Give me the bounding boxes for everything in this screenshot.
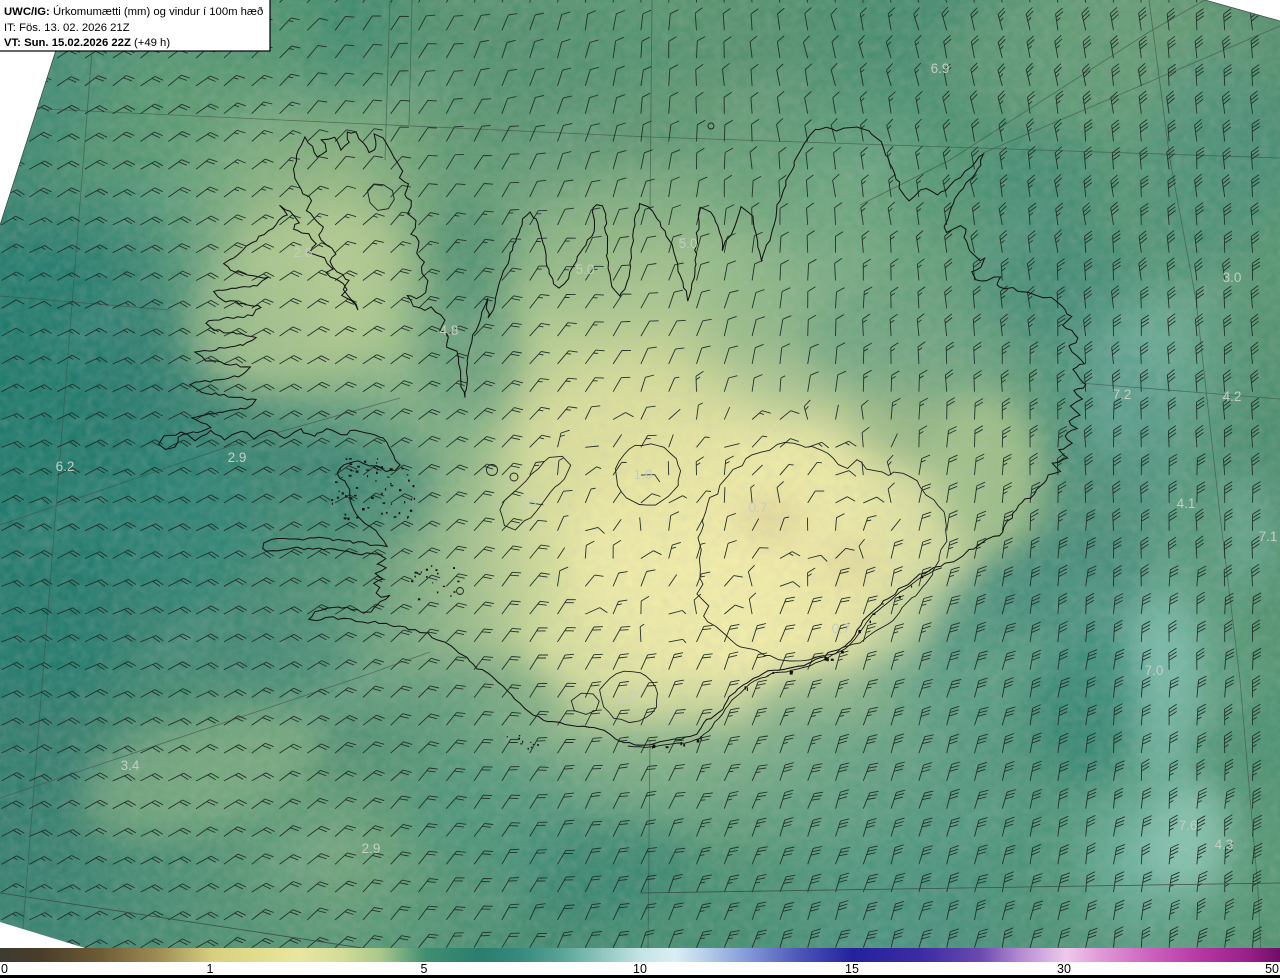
- svg-text:2.6: 2.6: [294, 245, 313, 260]
- svg-text:4.3: 4.3: [1215, 837, 1234, 852]
- svg-text:2.9: 2.9: [228, 450, 247, 465]
- svg-text:0: 0: [1, 962, 8, 976]
- svg-text:30: 30: [1057, 962, 1071, 976]
- svg-text:5.0: 5.0: [576, 262, 595, 277]
- svg-text:50: 50: [1265, 962, 1279, 976]
- svg-text:6.9: 6.9: [931, 61, 950, 76]
- svg-text:3.0: 3.0: [1223, 270, 1242, 285]
- svg-text:10: 10: [633, 962, 647, 976]
- svg-text:1.0: 1.0: [634, 467, 653, 482]
- svg-text:UWC/IG: Úrkomumætti (mm) og vi: UWC/IG: Úrkomumætti (mm) og vindur í 100…: [4, 5, 263, 18]
- svg-text:VT: Sun. 15.02.2026 22Z (+49 h: VT: Sun. 15.02.2026 22Z (+49 h): [4, 37, 170, 49]
- svg-text:15: 15: [845, 962, 859, 976]
- svg-text:7.2: 7.2: [1113, 387, 1132, 402]
- svg-text:0.7: 0.7: [832, 621, 851, 636]
- svg-text:7.0: 7.0: [1145, 663, 1164, 678]
- svg-text:3.4: 3.4: [121, 758, 140, 773]
- svg-text:5.0: 5.0: [679, 236, 698, 251]
- svg-text:7.1: 7.1: [1259, 529, 1278, 544]
- svg-text:7.6: 7.6: [1179, 818, 1198, 833]
- svg-text:4.1: 4.1: [1177, 496, 1196, 511]
- svg-text:IT: Fös. 13. 02. 2026 21Z: IT: Fös. 13. 02. 2026 21Z: [4, 22, 130, 34]
- svg-text:0.7: 0.7: [749, 500, 768, 515]
- svg-text:4.2: 4.2: [1223, 389, 1242, 404]
- svg-text:6.2: 6.2: [56, 459, 75, 474]
- svg-text:5: 5: [421, 962, 428, 976]
- svg-text:1.5: 1.5: [518, 495, 537, 510]
- svg-text:2.9: 2.9: [362, 841, 381, 856]
- svg-text:1: 1: [207, 962, 214, 976]
- svg-text:4.8: 4.8: [440, 323, 459, 338]
- svg-text:1.2: 1.2: [618, 689, 637, 704]
